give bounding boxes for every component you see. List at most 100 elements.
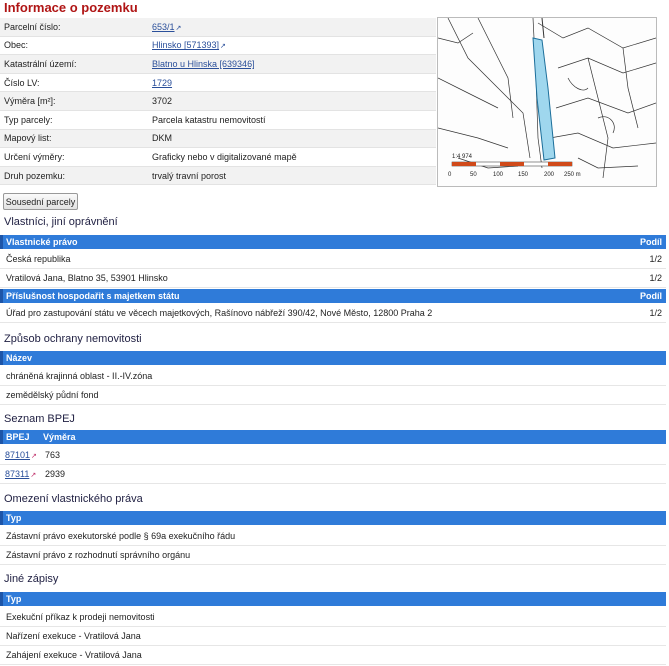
other-heading: Jiné zápisy: [4, 573, 59, 585]
info-label: Parcelní číslo:: [0, 18, 148, 37]
table-row: chráněná krajinná oblast - II.-IV.zóna: [0, 367, 666, 386]
scale-bar: [451, 161, 573, 167]
info-label: Mapový list:: [0, 129, 148, 149]
protection-item: chráněná krajinná oblast - II.-IV.zóna: [6, 371, 153, 381]
info-label: Určení výměry:: [0, 147, 148, 167]
other-item: Exekuční příkaz k prodeji nemovitosti: [6, 612, 155, 622]
restrictions-heading: Omezení vlastnického práva: [4, 493, 143, 505]
info-value: DKM: [152, 133, 172, 144]
info-value: 3702: [152, 96, 173, 107]
bpej-code[interactable]: 87311: [5, 469, 29, 479]
info-row: Typ parcely: Parcela katastru nemovitostí: [0, 110, 436, 130]
restrictions-header-col1: Typ: [6, 513, 22, 523]
map-canvas: 1:4 974 0 50 100 150 200 250 m: [437, 17, 657, 186]
neighbor-parcels-button[interactable]: Sousední parcely: [3, 193, 78, 210]
info-value-cell: trvalý travní porost: [148, 166, 436, 186]
bpej-header-col2: Výměra: [43, 432, 76, 442]
scale-tick: 50: [470, 172, 477, 178]
info-value-link[interactable]: 1729: [152, 78, 172, 88]
info-value-cell: Hlinsko [571393]↗: [148, 36, 436, 56]
bpej-header-col1: BPEJ: [6, 432, 30, 442]
info-value-cell: Graficky nebo v digitalizované mapě: [148, 147, 436, 167]
table-row: Zástavní právo exekutorské podle § 69a e…: [0, 527, 666, 546]
restriction-item: Zástavní právo exekutorské podle § 69a e…: [6, 531, 236, 541]
scale-tick: 150: [518, 172, 529, 178]
info-row: Druh pozemku: trvalý travní porost: [0, 166, 436, 186]
table-row: Zahájení exekuce - Vratilová Jana: [0, 646, 666, 665]
info-label: Obec:: [0, 36, 148, 56]
table-row: Nařízení exekuce - Vratilová Jana: [0, 627, 666, 646]
owner-share: 1/2: [649, 254, 662, 264]
info-value-link[interactable]: 653/1: [152, 22, 175, 32]
bpej-area: 2939: [45, 469, 66, 479]
scale-label: 1:4 974: [452, 154, 473, 160]
state-org-name: Úřad pro zastupování státu ve věcech maj…: [6, 308, 433, 318]
info-value-link[interactable]: Blatno u Hlinska [639346]: [152, 59, 255, 69]
info-value-cell: 1729: [148, 73, 436, 93]
info-row: Výměra [m²]: 3702: [0, 91, 436, 111]
bpej-area: 763: [45, 450, 61, 460]
owner-name: Vratilová Jana, Blatno 35, 53901 Hlinsko: [6, 273, 168, 283]
info-value: Parcela katastru nemovitostí: [152, 114, 266, 125]
table-row: 87311↗ 2939: [0, 465, 666, 484]
info-row: Určení výměry: Graficky nebo v digitalizo…: [0, 147, 436, 167]
external-link-icon: ↗: [30, 472, 37, 479]
info-label: Výměra [m²]:: [0, 91, 148, 111]
bpej-code[interactable]: 87101: [5, 450, 30, 460]
other-header: Typ: [0, 592, 666, 606]
scale-tick: 200: [544, 172, 555, 178]
parcel-map[interactable]: 1:4 974 0 50 100 150 200 250 m: [437, 17, 657, 187]
info-value: Graficky nebo v digitalizované mapě: [152, 151, 297, 162]
table-row: Exekuční příkaz k prodeji nemovitosti: [0, 608, 666, 627]
bpej-heading: Seznam BPEJ: [4, 413, 75, 425]
bpej-code-link[interactable]: 87311↗: [5, 465, 36, 485]
scale-tick: 250 m: [564, 172, 581, 178]
page-title: Informace o pozemku: [4, 0, 138, 15]
owners-header-col2: Podíl: [640, 237, 662, 247]
info-value: trvalý travní porost: [152, 170, 227, 181]
restriction-item: Zástavní právo z rozhodnutí správního or…: [6, 550, 191, 560]
bpej-code-link[interactable]: 87101↗: [5, 446, 37, 466]
info-row: Číslo LV: 1729: [0, 73, 436, 93]
protection-header-col1: Název: [6, 353, 33, 363]
info-label: Číslo LV:: [0, 73, 148, 93]
info-value-link[interactable]: Hlinsko [571393]: [152, 40, 219, 50]
other-item: Nařízení exekuce - Vratilová Jana: [6, 631, 141, 641]
info-value-cell: 653/1↗: [148, 18, 436, 37]
info-value-cell: Blatno u Hlinska [639346]: [148, 54, 436, 74]
owners-header-col1: Vlastnické právo: [6, 237, 78, 247]
external-link-icon: ↗: [31, 453, 37, 460]
info-row: Obec: Hlinsko [571393]↗: [0, 36, 436, 56]
state-org-share: 1/2: [649, 308, 662, 318]
owners-heading: Vlastníci, jiní oprávnění: [4, 216, 118, 228]
protection-heading: Způsob ochrany nemovitosti: [4, 333, 142, 345]
info-label: Katastrální území:: [0, 54, 148, 74]
owner-share: 1/2: [649, 273, 662, 283]
table-row: 87101↗ 763: [0, 446, 666, 465]
info-label: Druh pozemku:: [0, 166, 148, 186]
owner-name: Česká republika: [6, 254, 71, 264]
external-link-icon: ↗: [175, 24, 182, 32]
info-value-cell: 3702: [148, 91, 436, 111]
scale-tick: 100: [493, 172, 504, 178]
info-value-cell: DKM: [148, 129, 436, 149]
restrictions-header: Typ: [0, 511, 666, 525]
info-label: Typ parcely:: [0, 110, 148, 130]
protection-item: zemědělský půdní fond: [6, 390, 99, 400]
bpej-header: BPEJ Výměra: [0, 430, 666, 444]
table-row: zemědělský půdní fond: [0, 386, 666, 405]
state-header-col2: Podíl: [640, 291, 662, 301]
info-row: Katastrální území: Blatno u Hlinska [6393…: [0, 54, 436, 74]
external-link-icon: ↗: [220, 43, 226, 51]
table-row: Úřad pro zastupování státu ve věcech maj…: [0, 304, 666, 323]
table-row: Česká republika 1/2: [0, 250, 666, 269]
info-value-cell: Parcela katastru nemovitostí: [148, 110, 436, 130]
other-item: Zahájení exekuce - Vratilová Jana: [6, 650, 142, 660]
table-row: Zástavní právo z rozhodnutí správního or…: [0, 546, 666, 565]
info-row: Mapový list: DKM: [0, 129, 436, 149]
protection-header: Název: [0, 351, 666, 365]
state-management-header: Příslušnost hospodařit s majetkem státu …: [0, 289, 666, 303]
info-row: Parcelní číslo: 653/1↗: [0, 18, 436, 37]
owners-header: Vlastnické právo Podíl: [0, 235, 666, 249]
table-row: Vratilová Jana, Blatno 35, 53901 Hlinsko…: [0, 269, 666, 288]
